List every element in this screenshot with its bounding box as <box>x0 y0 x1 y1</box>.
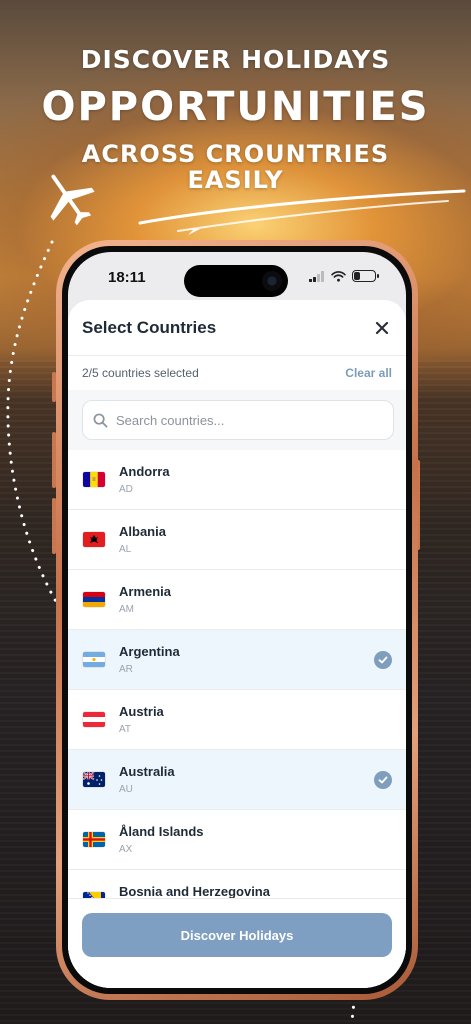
wifi-icon <box>331 270 346 282</box>
country-name: Andorra <box>119 464 170 479</box>
cellular-signal-icon <box>309 270 324 282</box>
country-name: Åland Islands <box>119 824 204 839</box>
close-button[interactable] <box>370 316 394 340</box>
country-row[interactable]: Armenia AM <box>68 570 406 630</box>
flag-argentina-icon <box>83 652 105 667</box>
country-code: AM <box>119 604 134 615</box>
checkmark-icon <box>374 651 392 669</box>
airplane-icon <box>50 174 95 226</box>
search-container <box>68 390 406 450</box>
country-code: AR <box>119 664 133 675</box>
country-row[interactable]: Andorra AD <box>68 450 406 510</box>
status-bar: 18:11 <box>68 252 406 304</box>
battery-level <box>354 272 360 280</box>
flag-austria-icon <box>83 712 105 727</box>
country-name: Austria <box>119 704 164 719</box>
flag-armenia-icon <box>83 592 105 607</box>
country-name: Australia <box>119 764 175 779</box>
selected-count: 2/5 countries selected <box>82 366 199 380</box>
promo-line-1: DISCOVER HOLIDAYS <box>80 45 391 74</box>
sheet-title: Select Countries <box>82 318 217 337</box>
promo-line-3: ACROSS CROUNTRIES <box>81 140 390 168</box>
country-code: AU <box>119 784 133 795</box>
status-time: 18:11 <box>108 269 146 286</box>
search-icon <box>93 413 108 427</box>
country-code: AD <box>119 484 133 495</box>
country-name: Argentina <box>119 644 180 659</box>
flag-australia-icon <box>83 772 105 787</box>
flag-andorra-icon <box>83 472 105 487</box>
search-input[interactable] <box>116 412 393 428</box>
phone-screen: 18:11 Select Countries 2/5 countries sel… <box>68 252 406 988</box>
flag-albania-icon <box>83 532 105 547</box>
phone-frame: 18:11 Select Countries 2/5 countries sel… <box>56 240 418 1000</box>
close-icon <box>375 321 389 335</box>
sheet-footer: Discover Holidays <box>68 898 406 988</box>
camera-icon <box>262 271 282 291</box>
country-row[interactable]: Albania AL <box>68 510 406 570</box>
selection-summary-bar: 2/5 countries selected Clear all <box>68 356 406 390</box>
discover-holidays-button[interactable]: Discover Holidays <box>82 913 392 957</box>
dynamic-island <box>184 265 288 297</box>
clear-all-button[interactable]: Clear all <box>345 366 392 380</box>
country-selector-sheet: Select Countries 2/5 countries selected … <box>68 300 406 988</box>
country-list: Andorra AD Albania AL Armenia AM Argentina AR Au… <box>68 450 406 930</box>
country-code: AX <box>119 844 133 855</box>
country-row[interactable]: Åland Islands AX <box>68 810 406 870</box>
country-name: Bosnia and Herzegovina <box>119 884 270 899</box>
country-row[interactable]: Austria AT <box>68 690 406 750</box>
country-name: Armenia <box>119 584 172 599</box>
country-name: Albania <box>119 524 166 539</box>
country-row[interactable]: Argentina AR <box>68 630 406 690</box>
battery-icon <box>352 270 379 282</box>
checkmark-icon <box>374 771 392 789</box>
country-code: AL <box>119 544 132 555</box>
country-row[interactable]: Australia AU <box>68 750 406 810</box>
sheet-header: Select Countries <box>68 300 406 356</box>
search-box[interactable] <box>82 400 394 440</box>
country-code: AT <box>119 724 132 735</box>
promo-line-2: OPPORTUNITIES <box>41 84 430 130</box>
flag-aland-icon <box>83 832 105 847</box>
